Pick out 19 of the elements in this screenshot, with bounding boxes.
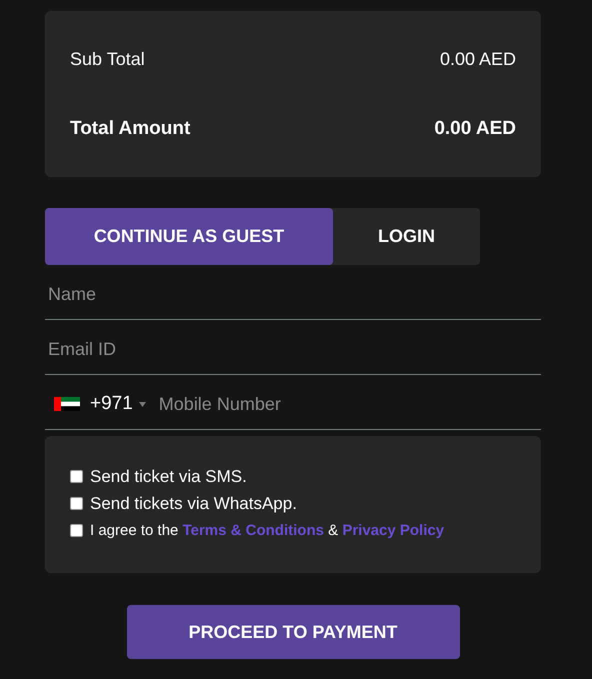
- option-label: Send tickets via WhatsApp.: [90, 494, 297, 514]
- option-label: Send ticket via SMS.: [90, 466, 247, 486]
- flag-icon[interactable]: [54, 397, 80, 411]
- summary-label: Total Amount: [70, 118, 190, 140]
- checkbox[interactable]: [70, 524, 83, 536]
- proceed-to-payment-button[interactable]: PROCEED TO PAYMENT: [126, 605, 460, 659]
- mobile-number-field[interactable]: Mobile Number: [156, 389, 462, 419]
- summary-amount: 0.00 AED: [440, 49, 516, 70]
- input-field[interactable]: Email ID: [45, 334, 541, 364]
- summary-amount: 0.00 AED: [434, 118, 516, 140]
- input-field[interactable]: Name: [45, 279, 541, 309]
- tab[interactable]: CONTINUE AS GUEST: [45, 208, 333, 265]
- checkbox[interactable]: [70, 497, 83, 510]
- dial-code[interactable]: +971: [90, 393, 133, 415]
- tab[interactable]: LOGIN: [333, 208, 480, 265]
- agreement-text: I agree to the Terms & Conditions & Privacy Policy: [90, 522, 444, 538]
- checkbox[interactable]: [70, 470, 83, 483]
- summary-label: Sub Total: [70, 49, 145, 70]
- caret-icon[interactable]: [138, 402, 146, 406]
